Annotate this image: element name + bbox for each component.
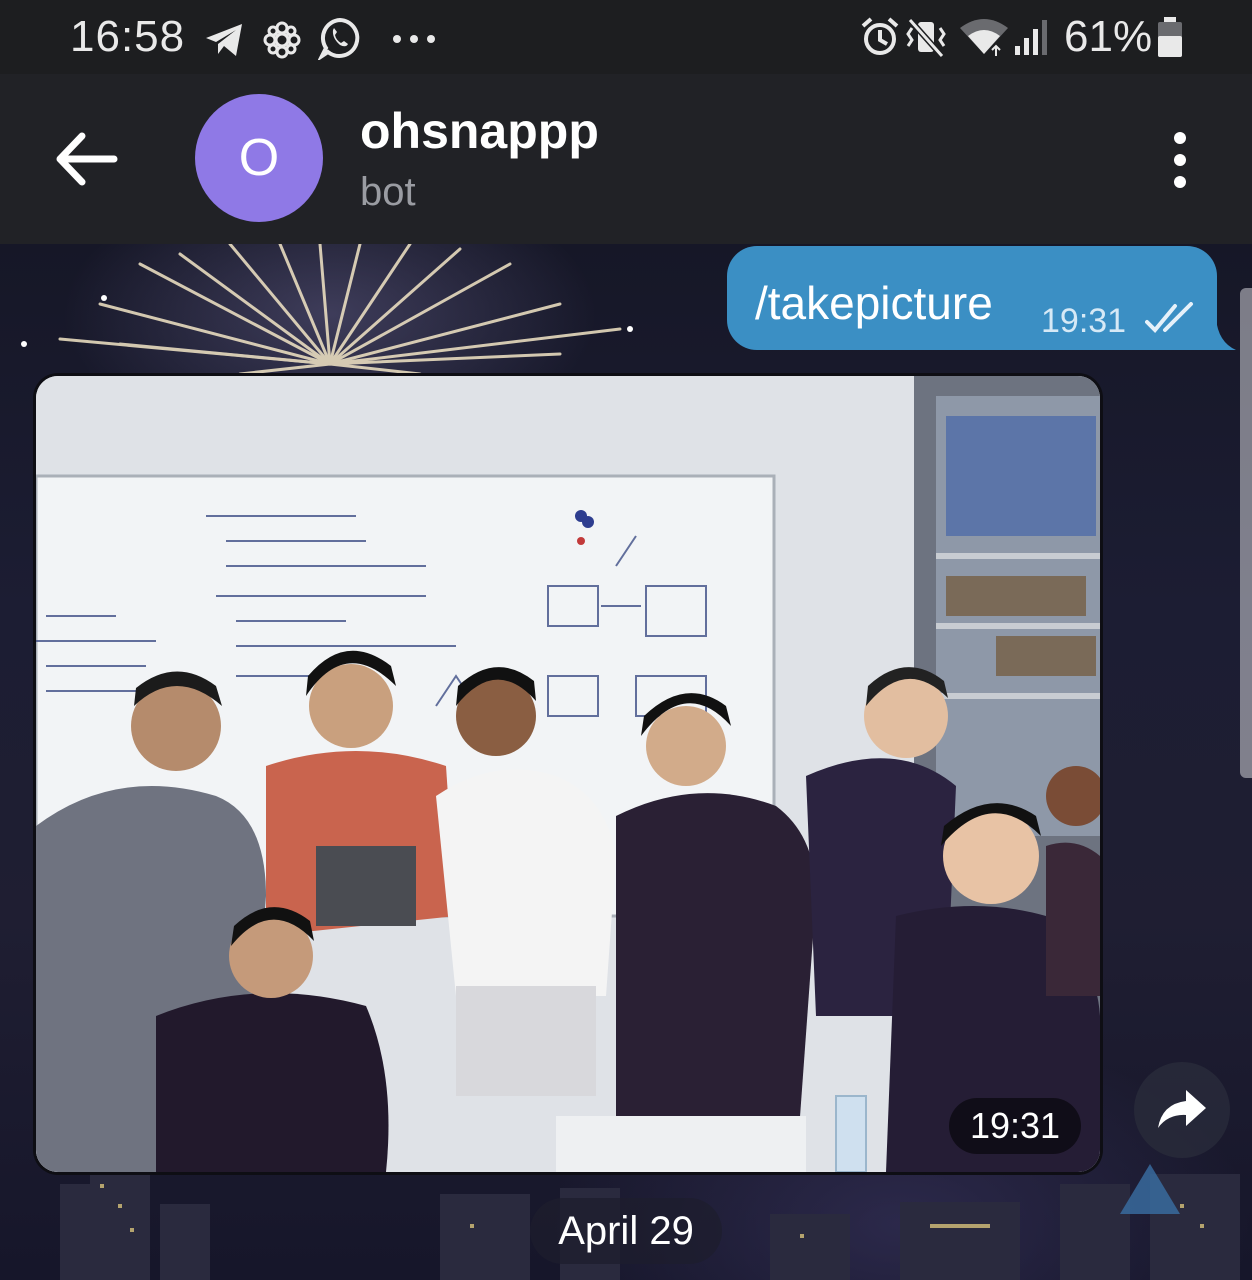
group-photo [36, 376, 1100, 1172]
double-check-icon [1145, 302, 1193, 333]
alarm-icon [861, 17, 899, 55]
whatsapp-icon [318, 17, 360, 60]
more-notifications-icon [393, 35, 435, 43]
chat-header: O ohsnappp bot [0, 74, 1252, 244]
share-arrow-icon [1158, 1090, 1206, 1128]
avatar-letter: O [238, 129, 280, 187]
flower-app-icon [263, 21, 301, 59]
chat-title[interactable]: ohsnappp [360, 102, 599, 160]
battery-percentage: 61% [1064, 12, 1153, 61]
avatar[interactable]: O [195, 94, 323, 222]
back-arrow-icon[interactable] [48, 124, 120, 194]
chat-area[interactable]: /takepicture 19:31 19:31 April 29 [0, 244, 1252, 1280]
battery-icon [1158, 17, 1182, 57]
status-time: 16:58 [70, 12, 186, 61]
photo-message[interactable]: 19:31 [36, 376, 1100, 1172]
date-separator: April 29 [530, 1198, 722, 1264]
wifi-icon [960, 19, 1008, 56]
wallpaper-fireworks [21, 244, 633, 376]
message-time: 19:31 [1041, 302, 1127, 340]
chat-subtitle: bot [360, 170, 416, 214]
forward-button[interactable] [1134, 1062, 1230, 1158]
status-bar: 16:58 61% [0, 0, 1252, 74]
message-text: /takepicture [755, 277, 993, 329]
scrollbar[interactable] [1240, 288, 1252, 778]
bubble-tail [1206, 318, 1236, 350]
telegram-icon [206, 24, 242, 56]
outgoing-message[interactable]: /takepicture 19:31 [727, 246, 1217, 350]
photo-time: 19:31 [949, 1098, 1081, 1154]
vibrate-icon [906, 18, 946, 58]
more-options-icon[interactable] [1162, 130, 1198, 190]
signal-icon [1015, 20, 1047, 55]
